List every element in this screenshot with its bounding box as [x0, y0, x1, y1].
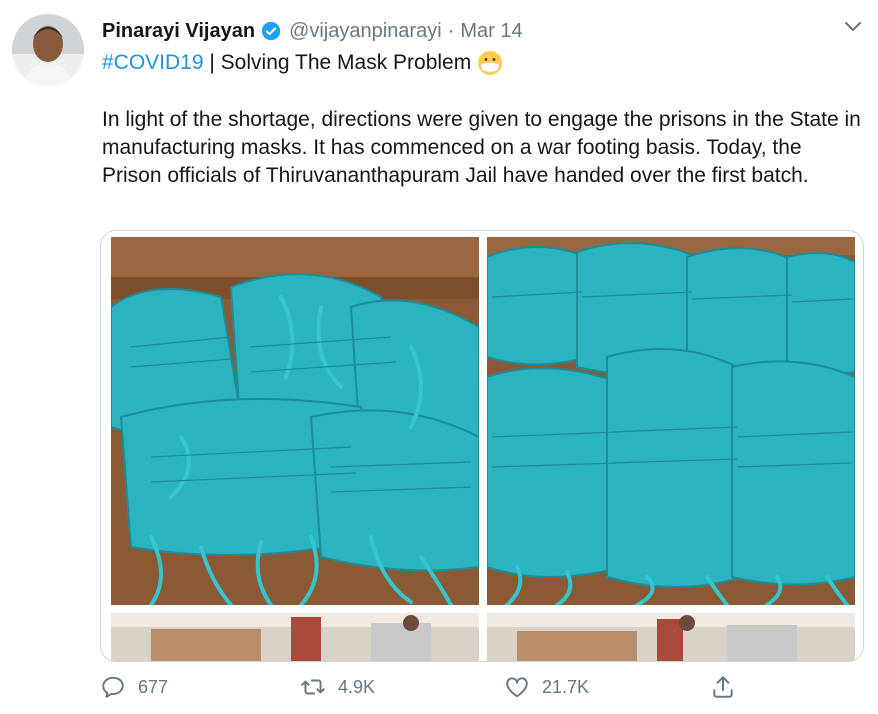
photo-workshop-1[interactable]: [111, 613, 479, 661]
tweet-actions: 677 4.9K 21.7K: [100, 674, 780, 706]
face-with-medical-mask-emoji: [477, 50, 503, 76]
chevron-down-icon[interactable]: [844, 20, 862, 34]
tweet-body: In light of the shortage, directions wer…: [102, 108, 861, 187]
share-icon: [713, 676, 733, 698]
hashtag-link[interactable]: #COVID19: [102, 51, 204, 75]
retweet-count: 4.9K: [338, 676, 376, 697]
reply-icon: [102, 676, 124, 698]
author-name[interactable]: Pinarayi Vijayan: [102, 20, 255, 43]
author-handle[interactable]: @vijayanpinarayi: [289, 20, 442, 43]
author-avatar[interactable]: [12, 14, 84, 86]
verified-badge-icon: [261, 21, 281, 41]
separator-dot: ·: [447, 19, 455, 42]
like-button[interactable]: 21.7K: [504, 674, 589, 700]
photo-masks-1[interactable]: [111, 237, 479, 605]
tweet-headline: #COVID19 | Solving The Mask Problem: [102, 50, 503, 76]
tweet-header: Pinarayi Vijayan @vijayanpinarayi · Mar …: [102, 16, 858, 46]
photo-masks-2[interactable]: [487, 237, 855, 605]
share-button[interactable]: [710, 674, 748, 700]
tweet-date[interactable]: Mar 14: [460, 20, 522, 43]
retweet-button[interactable]: 4.9K: [300, 674, 375, 700]
photo-workshop-2[interactable]: [487, 613, 855, 661]
retweet-icon: [301, 679, 325, 695]
media-grid: [100, 230, 864, 662]
reply-count: 677: [138, 676, 169, 697]
like-count: 21.7K: [542, 676, 590, 697]
heart-icon: [506, 677, 528, 698]
headline-text: | Solving The Mask Problem: [203, 51, 472, 74]
reply-button[interactable]: 677: [100, 674, 168, 700]
